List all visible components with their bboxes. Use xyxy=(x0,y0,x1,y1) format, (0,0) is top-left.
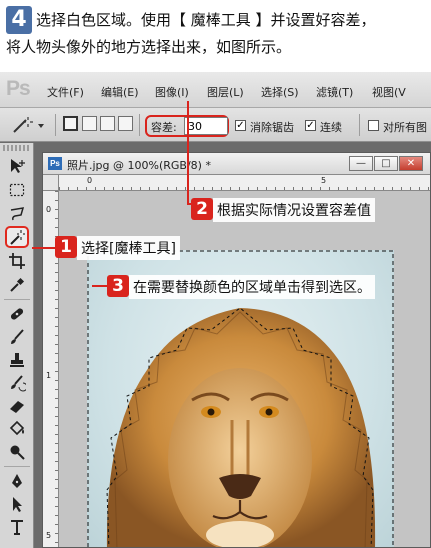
ruler-origin[interactable] xyxy=(43,175,59,191)
menu-layer[interactable]: 图层(L) xyxy=(207,84,244,100)
eyedropper-tool[interactable] xyxy=(5,274,29,296)
step-badge: 4 xyxy=(6,6,32,34)
history-brush-icon xyxy=(11,375,26,392)
horizontal-ruler[interactable]: 0 5 xyxy=(59,175,430,191)
dodge-tool[interactable] xyxy=(5,441,29,463)
path-selection-icon xyxy=(13,497,22,512)
tool-separator xyxy=(4,466,30,467)
minimize-button[interactable]: — xyxy=(349,156,373,171)
callout-3-arrow xyxy=(92,285,108,287)
menu-file[interactable]: 文件(F) xyxy=(47,84,84,100)
callout-3-badge: 3 xyxy=(107,275,129,297)
options-separator xyxy=(359,114,360,136)
sample-all-layers-checkbox[interactable] xyxy=(368,120,379,131)
type-tool[interactable] xyxy=(5,516,29,538)
panel-grip[interactable] xyxy=(3,145,31,151)
menu-filter[interactable]: 滤镜(T) xyxy=(316,84,353,100)
instruction-header: 4 选择白色区域。使用【 魔棒工具 】并设置好容差， 将人物头像外的地方选择出来… xyxy=(0,0,431,72)
tool-preset-picker[interactable] xyxy=(10,115,46,135)
subtract-selection-button[interactable] xyxy=(100,116,115,131)
callout-2-text: 根据实际情况设置容差值 xyxy=(213,198,375,222)
new-selection-button[interactable] xyxy=(63,116,78,131)
tolerance-input[interactable] xyxy=(184,117,228,135)
brush-icon xyxy=(11,329,24,344)
photoshop-window: Ps 文件(F) 编辑(E) 图像(I) 图层(L) 选择(S) 滤镜(T) 视… xyxy=(0,72,431,548)
ruler-label: 0 xyxy=(87,176,93,185)
callout-1-badge: 1 xyxy=(55,236,77,258)
contiguous-checkbox[interactable]: ✓ xyxy=(305,120,316,131)
app-logo: Ps xyxy=(6,77,31,100)
ruler-label: 5 xyxy=(46,531,52,540)
options-separator xyxy=(139,114,140,136)
menu-image[interactable]: 图像(I) xyxy=(155,84,189,100)
callout-2-badge: 2 xyxy=(191,198,213,220)
history-brush-tool[interactable] xyxy=(5,372,29,394)
path-selection-tool[interactable] xyxy=(5,493,29,515)
instruction-line-2: 将人物头像外的地方选择出来，如图所示。 xyxy=(6,38,292,56)
marquee-icon xyxy=(9,183,25,197)
magic-wand-icon xyxy=(13,117,44,133)
lasso-tool[interactable] xyxy=(5,203,29,225)
menu-bar: Ps 文件(F) 编辑(E) 图像(I) 图层(L) 选择(S) 滤镜(T) 视… xyxy=(0,72,431,108)
menu-edit[interactable]: 编辑(E) xyxy=(101,84,139,100)
move-tool[interactable] xyxy=(5,155,29,177)
marquee-tool[interactable] xyxy=(5,179,29,201)
stamp-icon xyxy=(10,353,24,367)
magic-wand-icon xyxy=(10,230,25,245)
anti-alias-checkbox[interactable]: ✓ xyxy=(235,120,246,131)
close-button[interactable]: ✕ xyxy=(399,156,423,171)
brush-tool[interactable] xyxy=(5,326,29,348)
ruler-label: 5 xyxy=(321,176,327,185)
lasso-icon xyxy=(10,207,25,221)
pen-icon xyxy=(12,474,22,488)
eraser-tool[interactable] xyxy=(5,395,29,417)
paint-bucket-tool[interactable] xyxy=(5,418,29,440)
document-tab[interactable]: Ps 照片.jpg @ 100%(RGB/8) * — □ ✕ xyxy=(43,153,430,175)
crop-icon xyxy=(9,253,25,269)
anti-alias-label: 消除锯齿 xyxy=(250,121,294,134)
callout-1-arrow xyxy=(32,247,56,249)
ps-file-icon: Ps xyxy=(48,157,62,170)
clone-stamp-tool[interactable] xyxy=(5,349,29,371)
ruler-label: 1 xyxy=(46,371,52,380)
menu-view[interactable]: 视图(V xyxy=(372,84,406,100)
callout-1-text: 选择[魔棒工具] xyxy=(77,236,180,260)
healing-brush-icon xyxy=(10,308,24,320)
eyedropper-icon xyxy=(10,277,25,292)
healing-brush-tool[interactable] xyxy=(5,303,29,325)
ruler-label: 0 xyxy=(46,205,52,214)
crop-tool[interactable] xyxy=(5,250,29,272)
maximize-button[interactable]: □ xyxy=(374,156,398,171)
callout-2-arrow xyxy=(187,101,189,205)
add-to-selection-button[interactable] xyxy=(82,116,97,131)
sample-all-layers-label: 对所有图 xyxy=(383,121,427,134)
move-icon xyxy=(11,159,25,173)
magic-wand-tool[interactable] xyxy=(5,226,29,248)
menu-select[interactable]: 选择(S) xyxy=(261,84,299,100)
tolerance-label: 容差: xyxy=(151,121,177,134)
intersect-selection-button[interactable] xyxy=(118,116,133,131)
options-bar: 容差: ✓ 消除锯齿 ✓ 连续 对所有图 xyxy=(0,108,431,142)
dodge-icon xyxy=(10,445,25,460)
contiguous-label: 连续 xyxy=(320,121,342,134)
instruction-line-1: 选择白色区域。使用【 魔棒工具 】并设置好容差， xyxy=(36,11,376,29)
type-icon xyxy=(11,520,23,535)
pen-tool[interactable] xyxy=(5,470,29,492)
tool-separator xyxy=(4,299,30,300)
options-separator xyxy=(55,114,56,136)
callout-3-text: 在需要替换颜色的区域单击得到选区。 xyxy=(129,275,375,299)
eraser-icon xyxy=(10,401,24,413)
paint-bucket-icon xyxy=(9,420,25,436)
tools-panel xyxy=(0,143,34,548)
document-title: 照片.jpg @ 100%(RGB/8) * xyxy=(67,159,211,172)
